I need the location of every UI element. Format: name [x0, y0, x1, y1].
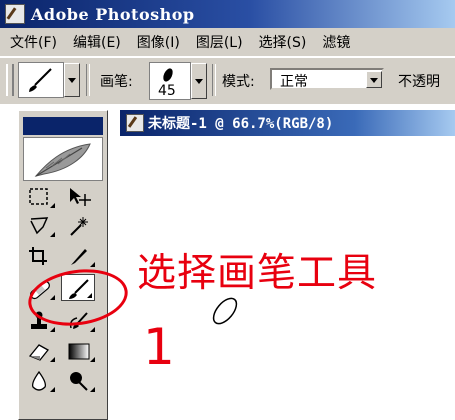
gradient-tool[interactable] [63, 337, 97, 364]
menu-bar: 文件(F) 编辑(E) 图像(I) 图层(L) 选择(S) 滤镜 [0, 28, 455, 57]
photoshop-app-icon [5, 4, 25, 24]
document-icon [126, 114, 144, 132]
options-separator [86, 64, 90, 96]
opacity-label: 不透明 [398, 74, 440, 90]
options-bar-grip[interactable] [6, 64, 14, 96]
magic-wand-icon [70, 217, 88, 236]
lasso-tool[interactable] [23, 212, 57, 239]
menu-file[interactable]: 文件(F) [10, 32, 57, 52]
crop-tool[interactable] [23, 242, 57, 269]
mode-dropdown-button[interactable] [366, 71, 382, 88]
toolbox-panel [18, 110, 108, 420]
menu-edit[interactable]: 编辑(E) [73, 32, 121, 52]
mode-select[interactable]: 正常 [270, 68, 384, 90]
eraser-tool[interactable] [23, 337, 57, 364]
rectangular-marquee-tool[interactable] [23, 183, 57, 210]
move-tool[interactable] [63, 183, 97, 210]
brush-size-value: 45 [158, 83, 176, 99]
brush-preview[interactable]: 45 [149, 62, 191, 100]
menu-image[interactable]: 图像(I) [137, 32, 180, 52]
options-bar: 画笔: 45 模式: 正常 不透明 [0, 57, 455, 105]
feather-logo[interactable] [23, 137, 103, 181]
brush-picker-dropdown[interactable] [191, 63, 207, 99]
blur-icon [31, 370, 47, 391]
document-title: 未标题-1 @ 66.7%(RGB/8) [148, 116, 334, 132]
brush-label: 画笔: [100, 74, 133, 90]
eraser-icon [28, 344, 49, 361]
tool-preset-dropdown[interactable] [64, 63, 80, 97]
tool-preset-picker[interactable] [18, 62, 64, 98]
step-number: 1 [143, 318, 175, 376]
mode-label: 模式: [222, 74, 255, 90]
blur-tool[interactable] [23, 367, 57, 394]
dodge-tool[interactable] [63, 367, 97, 394]
gradient-icon [68, 343, 90, 360]
magic-wand-tool[interactable] [63, 212, 97, 239]
brush-tip-shape [161, 66, 175, 84]
mode-select-value: 正常 [280, 74, 308, 90]
menu-filter[interactable]: 滤镜 [322, 32, 350, 52]
brush-icon [29, 68, 52, 92]
app-title: Adobe Photoshop [31, 4, 195, 24]
lasso-icon [30, 217, 49, 235]
options-separator [212, 64, 216, 96]
rectangular-marquee-icon [29, 188, 48, 205]
dodge-icon [70, 372, 88, 391]
menu-layer[interactable]: 图层(L) [196, 32, 243, 52]
crop-icon [29, 247, 47, 265]
move-icon [70, 188, 91, 206]
toolbox-title-bar[interactable] [23, 117, 103, 135]
app-title-bar[interactable]: Adobe Photoshop [0, 0, 455, 28]
slice-tool[interactable] [63, 242, 97, 269]
instruction-annotation: 选择画笔工具 [137, 251, 378, 296]
slice-icon [71, 249, 87, 265]
document-title-bar[interactable]: 未标题-1 @ 66.7%(RGB/8) [120, 110, 455, 136]
menu-select[interactable]: 选择(S) [259, 32, 307, 52]
brush-cursor-icon [212, 297, 238, 325]
